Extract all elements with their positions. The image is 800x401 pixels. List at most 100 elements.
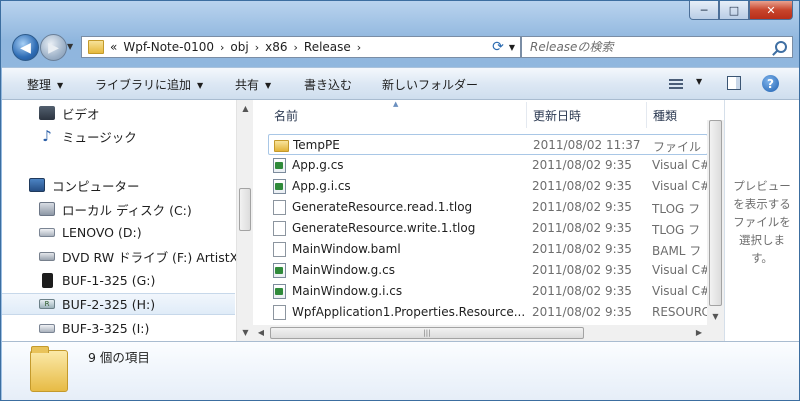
breadcrumb-overflow[interactable]: « [110,40,117,54]
add-to-library-button[interactable]: ライブラリに追加 ▼ [95,76,203,93]
content-area: ビデオ ♪ ミュージック コンピューター ローカル ディスク (C:) LENO… [2,100,799,341]
view-options-icon[interactable] [669,79,683,89]
file-type: ファイル [653,140,702,154]
column-header-type[interactable]: 種類 [653,100,677,130]
view-dropdown-icon[interactable]: ▼ [696,77,702,86]
share-button[interactable]: 共有 ▼ [235,76,271,93]
share-label: 共有 [235,78,260,92]
maximize-button[interactable]: □ [719,1,749,20]
sidebar-item-lenovo-d[interactable]: LENOVO (D:) [2,221,236,243]
navigation-pane-scrollbar[interactable]: ▲ ▼ [236,100,254,341]
usb-drive-icon: R [39,299,55,309]
back-button[interactable]: ◀ [12,34,39,61]
column-divider[interactable] [646,102,647,128]
breadcrumb-item[interactable]: Release [304,40,351,54]
sidebar-item-buf3-i[interactable]: BUF-3-325 (I:) [2,317,236,339]
column-header-date[interactable]: 更新日時 [533,100,581,130]
file-name: MainWindow.g.cs [292,263,395,277]
breadcrumb-item[interactable]: Wpf-Note-0100 [123,40,214,54]
file-name: App.g.i.cs [292,179,351,193]
help-icon[interactable]: ? [762,75,779,92]
column-divider[interactable] [526,102,527,128]
breadcrumb-item[interactable]: x86 [265,40,287,54]
scroll-up-icon[interactable]: ▲ [237,100,254,117]
details-pane: 9 個の項目 [2,341,799,400]
file-type: TLOG フ [652,223,701,237]
close-button[interactable]: ✕ [749,1,793,20]
breadcrumb-separator-icon[interactable]: › [357,41,361,54]
file-row[interactable]: GenerateResource.write.1.tlog 2011/08/02… [268,218,707,239]
forward-button[interactable]: ▶ [40,34,67,61]
file-row[interactable]: GenerateResource.read.1.tlog 2011/08/02 … [268,197,707,218]
file-type: Visual C# [652,284,707,298]
file-type: Visual C# [652,158,707,172]
file-name: WpfApplication1.Properties.Resource... [292,305,526,319]
sidebar-item-label: BUF-1-325 (G:) [62,272,156,288]
breadcrumb-separator-icon[interactable]: › [255,41,259,54]
scrollbar-thumb[interactable] [239,188,251,231]
scrollbar-thumb[interactable]: ||| [270,327,584,339]
recent-pages-dropdown-icon[interactable]: ▼ [67,42,73,51]
add-to-library-label: ライブラリに追加 [95,78,192,92]
file-date: 2011/08/02 9:35 [532,221,632,235]
column-header-name[interactable]: 名前 [274,100,298,130]
breadcrumb-separator-icon[interactable]: › [220,41,224,54]
chevron-down-icon: ▼ [57,81,64,90]
sidebar-item-local-disk-c[interactable]: ローカル ディスク (C:) [2,198,236,220]
file-name: MainWindow.g.i.cs [292,284,403,298]
breadcrumb-separator-icon[interactable]: › [293,41,297,54]
search-input[interactable] [528,39,772,55]
folder-icon [30,346,68,392]
file-type: BAML フ [652,244,702,258]
new-folder-label: 新しいフォルダー [382,78,479,92]
scrollbar-thumb[interactable] [709,120,722,306]
scroll-right-icon[interactable]: ▶ [691,325,707,341]
file-list-horizontal-scrollbar[interactable]: ◀ ||| ▶ [253,325,707,341]
minimize-button[interactable]: ─ [689,1,719,20]
scroll-left-icon[interactable]: ◀ [253,325,269,341]
sidebar-item-label: コンピューター [52,178,140,194]
scroll-down-icon[interactable]: ▼ [707,308,724,325]
file-name: GenerateResource.write.1.tlog [292,221,476,235]
organize-button[interactable]: 整理 ▼ [27,76,63,93]
file-row[interactable]: App.g.i.cs 2011/08/02 9:35 Visual C# [268,176,707,197]
scroll-down-icon[interactable]: ▼ [237,324,254,341]
refresh-icon[interactable]: ⟳ [487,37,509,57]
burn-button[interactable]: 書き込む [304,76,352,93]
sidebar-item-music[interactable]: ♪ ミュージック [2,125,236,147]
music-library-icon: ♪ [42,127,52,145]
file-row[interactable]: WpfApplication1.Properties.Resource... 2… [268,302,707,323]
file-date: 2011/08/02 9:35 [532,242,632,256]
cs-file-icon [273,158,286,173]
breadcrumb-item[interactable]: obj [230,40,248,54]
sidebar-item-computer[interactable]: コンピューター [2,174,236,196]
preview-pane-toggle-icon[interactable] [727,76,741,90]
sidebar-item-buf2-h[interactable]: R BUF-2-325 (H:) [2,293,235,315]
file-date: 2011/08/02 9:35 [532,179,632,193]
file-type: RESOURC [652,305,707,319]
file-row[interactable]: MainWindow.g.i.cs 2011/08/02 9:35 Visual… [268,281,707,302]
file-row[interactable]: MainWindow.g.cs 2011/08/02 9:35 Visual C… [268,260,707,281]
file-list-vertical-scrollbar[interactable]: ▼ [707,120,724,325]
sidebar-item-buf1-g[interactable]: BUF-1-325 (G:) [2,269,236,291]
video-library-icon [39,106,55,120]
search-icon[interactable] [775,41,787,53]
command-bar: 整理 ▼ ライブラリに追加 ▼ 共有 ▼ 書き込む 新しいフォルダー ▼ ? [2,67,799,100]
new-folder-button[interactable]: 新しいフォルダー [382,76,478,93]
file-date: 2011/08/02 11:37 [533,138,641,152]
organize-label: 整理 [27,78,52,92]
file-row[interactable]: MainWindow.baml 2011/08/02 9:35 BAML フ [268,239,707,260]
file-row[interactable]: TempPE 2011/08/02 11:37 ファイル [268,134,707,155]
file-date: 2011/08/02 9:35 [532,284,632,298]
file-list: ▲ 名前 更新日時 種類 TempPE 2011/08/02 11:37 ファイ… [253,100,707,325]
scrollbar-corner [707,325,724,341]
file-icon [273,200,286,215]
sidebar-item-dvd-f[interactable]: DVD RW ドライブ (F:) ArtistX [2,245,236,267]
file-row[interactable]: App.g.cs 2011/08/02 9:35 Visual C# [268,155,707,176]
sidebar-item-videos[interactable]: ビデオ [2,102,236,124]
cs-file-icon [273,263,286,278]
address-bar[interactable]: « Wpf-Note-0100 › obj › x86 › Release › … [81,36,521,58]
file-date: 2011/08/02 9:35 [532,158,632,172]
cs-file-icon [273,284,286,299]
file-date: 2011/08/02 9:35 [532,200,632,214]
